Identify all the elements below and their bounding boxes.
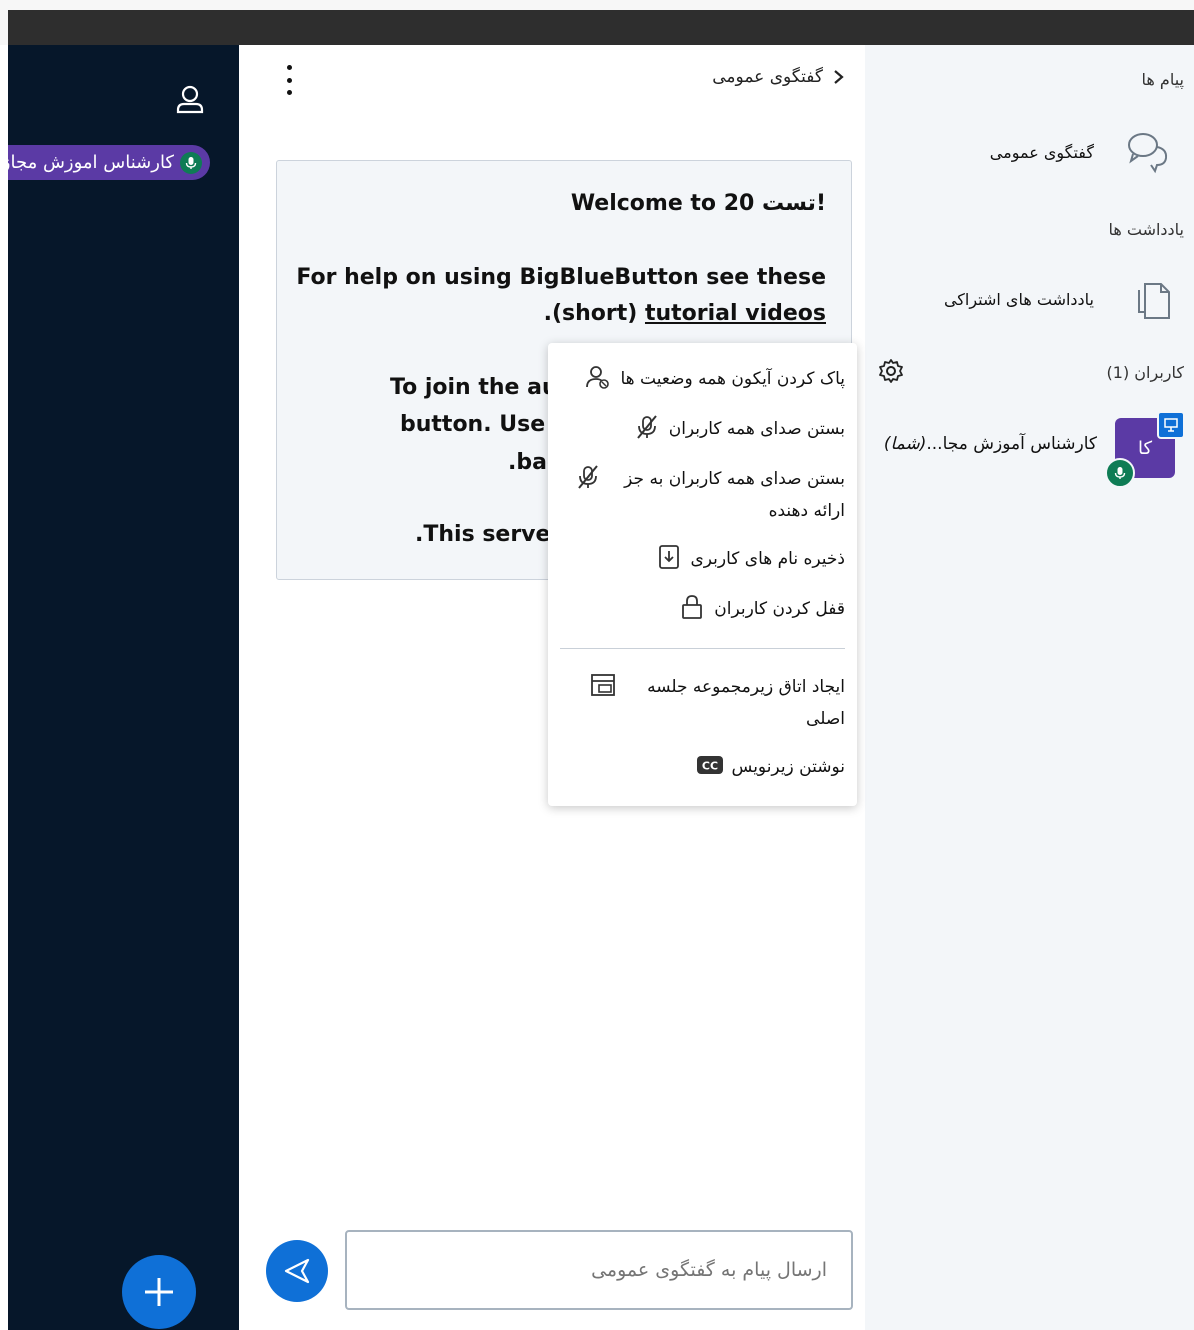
lock-icon bbox=[678, 593, 706, 621]
chat-bubbles-icon bbox=[1123, 125, 1173, 175]
microphone-icon bbox=[180, 151, 202, 174]
chat-title: گفتگوی عمومی bbox=[712, 67, 823, 87]
menu-divider bbox=[560, 648, 845, 649]
user-options-gear-icon[interactable] bbox=[877, 357, 905, 385]
notes-section-title: یادداشت ها bbox=[1108, 220, 1184, 239]
send-message-button[interactable] bbox=[266, 1240, 328, 1302]
download-icon bbox=[655, 543, 683, 571]
closed-caption-icon: CC bbox=[696, 751, 724, 779]
top-bar bbox=[0, 0, 1194, 45]
menu-item-write-captions[interactable]: CC نوشتن زیرنویس bbox=[696, 751, 845, 783]
menu-item-save-usernames[interactable]: ذخیره نام های کاربری bbox=[655, 543, 845, 575]
user-list-sidebar: پیام ها گفتگوی عمومی یادداشت ها یادداشت … bbox=[865, 45, 1194, 1330]
message-input[interactable] bbox=[345, 1230, 853, 1310]
clear-status-icon bbox=[584, 363, 612, 391]
more-options-icon[interactable] bbox=[279, 65, 299, 95]
send-icon bbox=[284, 1258, 310, 1284]
shared-notes-icon bbox=[1133, 278, 1173, 322]
left-edge bbox=[0, 45, 8, 1330]
chat-close-button[interactable]: گفتگوی عمومی bbox=[712, 67, 845, 87]
presentation-area: کارشناس اموزش مجازی bbox=[8, 45, 239, 1330]
user-list-item[interactable]: کارشناس آموزش مجا...(شما) bbox=[884, 434, 1097, 454]
tutorial-videos-link[interactable]: tutorial videos bbox=[645, 301, 826, 326]
microphone-icon bbox=[1105, 458, 1135, 488]
presenter-icon bbox=[1157, 411, 1185, 439]
plus-icon bbox=[145, 1278, 173, 1306]
svg-text:CC: CC bbox=[701, 760, 717, 773]
users-section-title: کاربران (1) bbox=[1106, 363, 1184, 382]
talking-user-name: کارشناس اموزش مجازی bbox=[8, 152, 174, 173]
user-options-menu: پاک کردن آیکون همه وضعیت ها بستن صدای هم… bbox=[548, 343, 857, 806]
shared-notes-item[interactable]: یادداشت های اشتراکی bbox=[944, 290, 1094, 309]
messages-section-title: پیام ها bbox=[1141, 70, 1184, 89]
mute-icon bbox=[574, 463, 602, 491]
chevron-right-icon bbox=[834, 70, 844, 84]
menu-item-lock-users[interactable]: قفل کردن کاربران bbox=[678, 593, 845, 625]
menu-item-mute-all[interactable]: بستن صدای همه کاربران bbox=[633, 413, 845, 445]
chat-header: گفتگوی عمومی bbox=[239, 45, 865, 115]
breakout-room-icon bbox=[589, 671, 617, 699]
mute-icon bbox=[633, 413, 661, 441]
menu-item-mute-all-except-presenter[interactable]: بستن صدای همه کاربران به جز ارائه دهنده bbox=[574, 463, 845, 527]
actions-plus-button[interactable] bbox=[122, 1255, 196, 1329]
talking-indicator[interactable]: کارشناس اموزش مجازی bbox=[8, 145, 210, 180]
user-list-toggle-icon[interactable] bbox=[172, 82, 208, 118]
public-chat-item[interactable]: گفتگوی عمومی bbox=[990, 143, 1094, 162]
menu-item-create-breakout[interactable]: ایجاد اتاق زیرمجموعه جلسه اصلی bbox=[589, 671, 845, 735]
menu-item-clear-status[interactable]: پاک کردن آیکون همه وضعیت ها bbox=[584, 363, 845, 395]
